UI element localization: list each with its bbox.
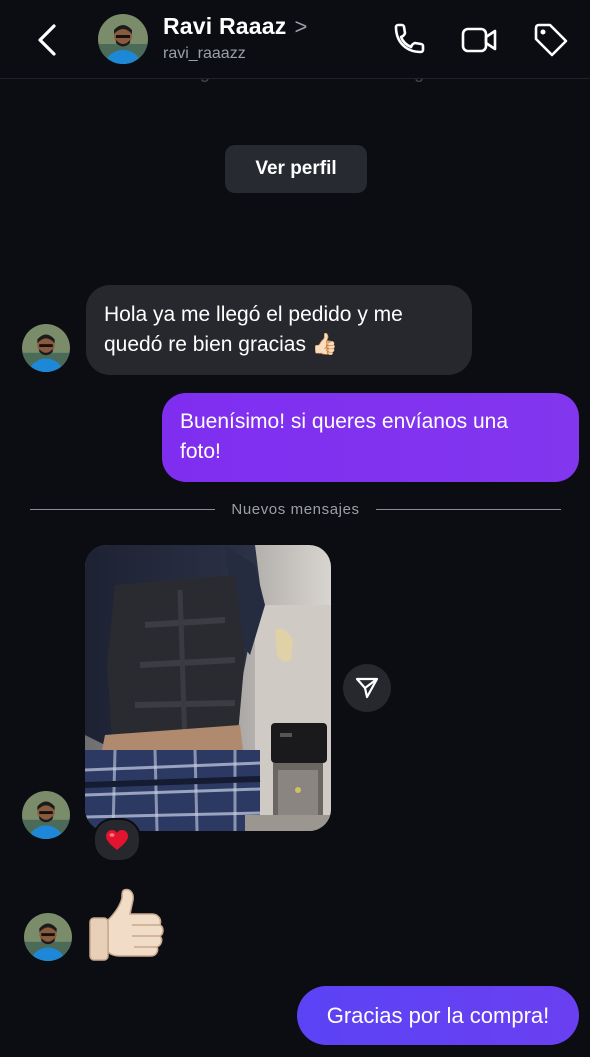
- share-photo-button[interactable]: [343, 664, 391, 712]
- outgoing-message-bubble[interactable]: Buenísimo! si queres envíanos una foto!: [162, 393, 579, 482]
- divider-line: [30, 508, 216, 510]
- divider-label: Nuevos mensajes: [231, 500, 360, 518]
- chevron-right-icon: >: [294, 13, 308, 39]
- call-button[interactable]: [387, 20, 427, 60]
- new-messages-divider: Nuevos mensajes: [30, 499, 562, 519]
- video-call-button[interactable]: [459, 20, 499, 60]
- sender-avatar[interactable]: [22, 324, 70, 372]
- message-text-line: foto!: [180, 440, 221, 463]
- avatar-photo: [22, 324, 70, 372]
- thumbs-up-emoji-message[interactable]: [84, 884, 168, 968]
- send-icon: [355, 677, 379, 699]
- video-camera-icon: [461, 27, 497, 53]
- view-profile-button[interactable]: Ver perfil: [225, 145, 367, 193]
- chat-header: Ravi Raaaz > ravi_raaazz: [0, 0, 590, 79]
- contact-name-link[interactable]: Ravi Raaaz >: [163, 13, 307, 40]
- avatar-photo: [98, 14, 148, 64]
- sender-avatar[interactable]: [24, 913, 72, 961]
- message-text-line: Buenísimo! si queres envíanos una: [180, 410, 509, 433]
- message-text-line: Hola ya me llegó el pedido y me: [104, 303, 403, 326]
- chevron-left-icon: [38, 24, 56, 56]
- thumbs-up-icon: [89, 888, 164, 961]
- contact-avatar[interactable]: [98, 14, 148, 64]
- incoming-message-bubble[interactable]: Hola ya me llegó el pedido y me quedó re…: [86, 285, 472, 375]
- heart-reaction[interactable]: [93, 818, 141, 862]
- back-button[interactable]: [28, 20, 68, 60]
- avatar-photo: [22, 791, 70, 839]
- outgoing-message-bubble[interactable]: Gracias por la compra!: [297, 986, 579, 1045]
- sender-avatar[interactable]: [22, 791, 70, 839]
- message-text-line: quedó re bien gracias 👍🏻: [104, 333, 338, 356]
- avatar-photo: [24, 913, 72, 961]
- tag-icon: [534, 23, 568, 57]
- shared-photo: [85, 545, 331, 831]
- divider-line: [375, 508, 562, 510]
- contact-username: ravi_raaazz: [163, 45, 246, 62]
- contact-name: Ravi Raaaz: [163, 13, 287, 39]
- heart-icon: [106, 830, 128, 850]
- photo-message[interactable]: [85, 545, 331, 831]
- phone-icon: [394, 23, 425, 54]
- tag-button[interactable]: [530, 20, 570, 60]
